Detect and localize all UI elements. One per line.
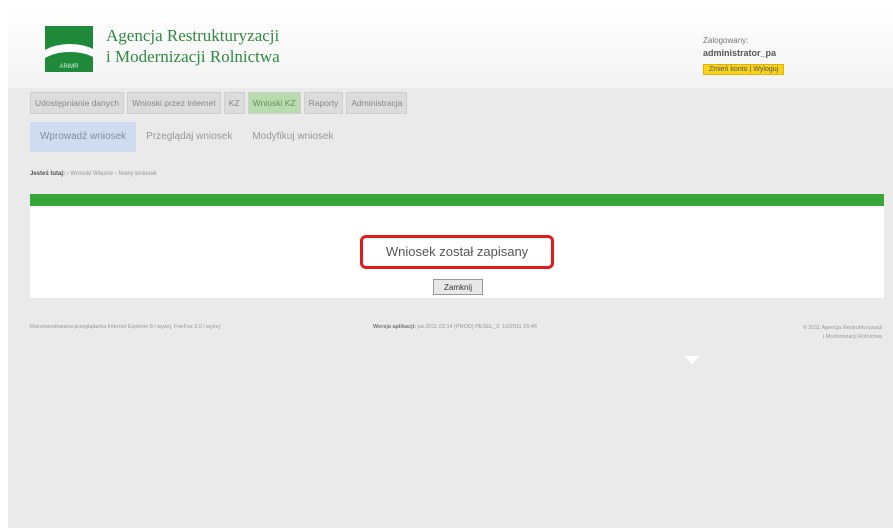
edit-account-link[interactable]: Zmień konto bbox=[707, 66, 750, 73]
status-bar bbox=[30, 194, 884, 206]
breadcrumb-root: Jesteś tutaj: bbox=[30, 171, 66, 177]
organization-name-line2: i Modernizacji Rolnictwa bbox=[106, 47, 280, 66]
sub-nav: Wprowadź wniosek Przeglądaj wniosek Mody… bbox=[30, 122, 450, 152]
main-nav: Udostępnianie danych Wnioski przez inter… bbox=[30, 92, 408, 114]
user-caption: Zalogowany: bbox=[703, 36, 749, 45]
user-buttons: Zmień konto | Wyloguj bbox=[703, 64, 785, 75]
breadcrumb: Jesteś tutaj: › Wnioski Własne › Nowy wn… bbox=[30, 171, 157, 177]
footer-copyright-line1: © 2011 Agencja Restrukturyzacji bbox=[802, 325, 882, 331]
nav-item-kz[interactable]: KZ bbox=[223, 92, 245, 114]
tab-browse-application[interactable]: Przeglądaj wniosek bbox=[136, 122, 242, 152]
footer-version-value: pa-2011.03.14 (PROD) PESEL_3. 10/2011 16… bbox=[417, 324, 537, 330]
user-name: administrator_pa bbox=[703, 48, 777, 58]
nav-item-reports[interactable]: Raporty bbox=[303, 92, 344, 114]
success-message: Wniosek został zapisany bbox=[360, 235, 554, 269]
footer: Rekomendowana przeglądarka Internet Expl… bbox=[30, 322, 884, 372]
logout-link[interactable]: Wyloguj bbox=[751, 66, 780, 73]
breadcrumb-path[interactable]: › Wnioski Własne › Nowy wniosek bbox=[67, 171, 157, 177]
arimr-logo-icon: ARiMR bbox=[45, 26, 93, 72]
footer-notch bbox=[684, 356, 700, 364]
nav-item-administration[interactable]: Administracja bbox=[346, 92, 408, 114]
tab-modify-application[interactable]: Modyfikuj wniosek bbox=[242, 122, 343, 152]
close-button[interactable]: Zamknij bbox=[433, 279, 483, 295]
nav-item-kz-applications[interactable]: Wnioski KZ bbox=[247, 92, 301, 114]
user-box: Zalogowany: administrator_pa Zmień konto… bbox=[703, 36, 785, 76]
footer-copyright-line2: i Modernizacji Rolnictwa bbox=[823, 334, 882, 340]
footer-version: Wersja aplikacji: pa-2011.03.14 (PROD) P… bbox=[373, 324, 537, 330]
footer-copyright: © 2011 Agencja Restrukturyzacji i Modern… bbox=[730, 324, 882, 342]
nav-item-data-sharing[interactable]: Udostępnianie danych bbox=[30, 92, 125, 114]
footer-version-label: Wersja aplikacji: bbox=[373, 324, 417, 330]
footer-browser-note: Rekomendowana przeglądarka Internet Expl… bbox=[30, 324, 220, 330]
logo-label: ARiMR bbox=[59, 64, 79, 70]
tab-enter-application[interactable]: Wprowadź wniosek bbox=[30, 122, 137, 152]
nav-item-online-applications[interactable]: Wnioski przez internet bbox=[127, 92, 221, 114]
organization-name: Agencja Restrukturyzacji i Modernizacji … bbox=[106, 25, 366, 67]
organization-name-line1: Agencja Restrukturyzacji bbox=[106, 26, 280, 45]
